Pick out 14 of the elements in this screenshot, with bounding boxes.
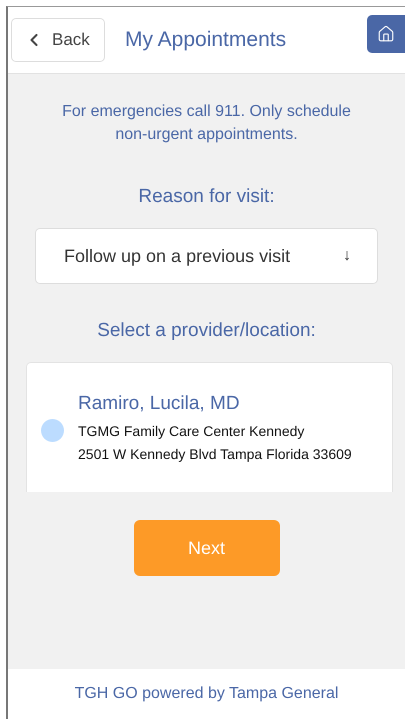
reason-dropdown[interactable]: Follow up on a previous visit ↓ <box>35 228 378 284</box>
location-name: TGMG Family Care Center Kennedy <box>78 422 306 440</box>
radio-button[interactable] <box>41 419 64 442</box>
provider-card[interactable]: Ramiro, Lucila, MD TGMG Family Care Center Kennedy 2501 W Kennedy Blvd Tampa Florida 33609 <box>26 362 393 492</box>
provider-name: Ramiro, Lucila, MD <box>78 392 241 414</box>
reason-label: Reason for visit: <box>138 186 275 208</box>
back-button[interactable]: Back <box>11 18 105 62</box>
footer-text: TGH GO powered by Tampa General <box>74 685 338 703</box>
home-icon <box>377 25 395 43</box>
home-button[interactable] <box>367 15 405 53</box>
emergency-notice: For emergencies call 911. Only schedule non-urgent appointments. <box>61 102 352 145</box>
location-address: 2501 W Kennedy Blvd Tampa Florida 33609 <box>78 444 352 462</box>
provider-label: Select a provider/location: <box>97 320 316 342</box>
page-title: My Appointments <box>125 28 286 52</box>
